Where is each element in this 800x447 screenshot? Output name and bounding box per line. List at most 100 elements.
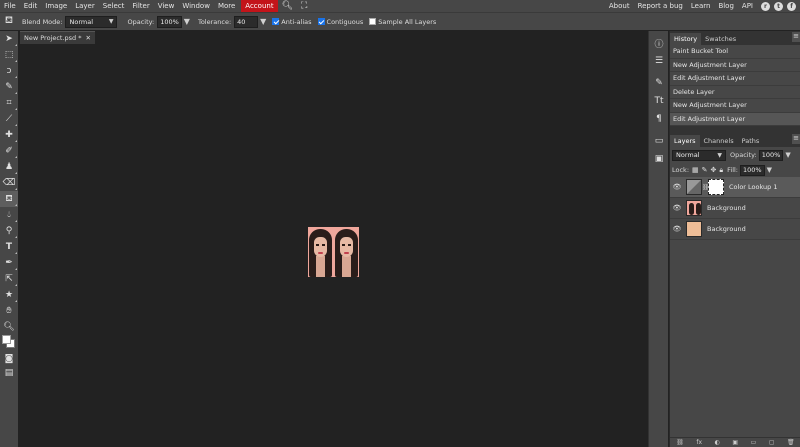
trash-icon[interactable]: 🗑︎ — [787, 439, 795, 446]
link-report-bug[interactable]: Report a bug — [634, 0, 687, 12]
link-learn[interactable]: Learn — [687, 0, 715, 12]
history-item[interactable]: New Adjustment Layer — [670, 59, 800, 72]
paint-bucket-tool-icon[interactable]: ⛾ — [0, 191, 18, 207]
lock-position-icon[interactable]: ✥ — [711, 166, 717, 174]
menu-view[interactable]: View — [154, 0, 179, 12]
history-item[interactable]: Edit Adjustment Layer — [670, 72, 800, 86]
history-item[interactable]: Paint Bucket Tool — [670, 45, 800, 59]
layer-row[interactable]: 👁︎ Background — [670, 219, 800, 240]
search-icon[interactable]: 🔍︎ — [278, 0, 297, 12]
css-icon[interactable]: ▭ — [649, 132, 669, 150]
history-item-current[interactable]: Edit Adjustment Layer — [670, 112, 800, 126]
brush-tool-icon[interactable]: ✐ — [0, 143, 18, 159]
layer-blend-select[interactable]: Normal ▼ — [672, 149, 726, 161]
tolerance-dropdown-icon[interactable]: ▼ — [260, 17, 266, 26]
crop-tool-icon[interactable]: ⌗ — [0, 95, 18, 111]
canvas-image[interactable] — [308, 227, 359, 277]
foreground-color-swatch[interactable] — [2, 335, 11, 344]
eyedropper-tool-icon[interactable]: ⟋ — [0, 111, 18, 127]
link-layers-icon[interactable]: ⛓ — [676, 439, 684, 446]
menu-edit[interactable]: Edit — [20, 0, 42, 12]
lasso-tool-icon[interactable]: ↄ — [0, 63, 18, 79]
path-select-tool-icon[interactable]: ⇱ — [0, 271, 18, 287]
tab-channels[interactable]: Channels — [700, 135, 738, 147]
twitter-icon[interactable]: t — [774, 1, 783, 11]
layers-menu-icon[interactable]: ≡ — [792, 134, 800, 144]
eraser-tool-icon[interactable]: ⌫ — [0, 175, 18, 191]
pen-tool-icon[interactable]: ✒ — [0, 255, 18, 271]
lock-all-icon[interactable]: 🔒︎ — [719, 166, 723, 175]
contiguous-checkbox[interactable]: Contiguous — [317, 18, 363, 26]
visibility-eye-icon[interactable]: 👁︎ — [670, 183, 684, 191]
link-api[interactable]: API — [738, 0, 757, 12]
blur-tool-icon[interactable]: 💧︎ — [0, 207, 18, 223]
history-menu-icon[interactable]: ≡ — [792, 32, 800, 42]
quick-select-tool-icon[interactable]: ✎ — [0, 79, 18, 95]
fill-dropdown-icon[interactable]: ▼ — [767, 166, 772, 174]
opacity-dropdown-icon[interactable]: ▼ — [184, 17, 190, 26]
fill-input[interactable]: 100% — [740, 164, 765, 176]
adjustment-icon[interactable]: ◐ — [715, 439, 720, 446]
brush-settings-icon[interactable]: ✎ — [649, 74, 669, 92]
character-icon[interactable]: Tt — [649, 92, 669, 110]
marquee-tool-icon[interactable]: ⬚ — [0, 47, 18, 63]
anti-alias-checkbox[interactable]: Anti-alias — [272, 18, 312, 26]
reddit-icon[interactable]: r — [761, 1, 770, 11]
visibility-eye-icon[interactable]: 👁︎ — [670, 204, 684, 212]
tab-layers[interactable]: Layers — [670, 135, 700, 147]
sample-all-checkbox[interactable]: Sample All Layers — [369, 18, 436, 26]
layer-row[interactable]: 👁︎ ⛓ Color Lookup 1 — [670, 177, 800, 198]
dodge-tool-icon[interactable]: ⚲ — [0, 223, 18, 239]
properties-icon[interactable]: ☰ — [649, 52, 669, 70]
screen-mode-icon[interactable]: ▤ — [0, 365, 18, 381]
close-icon[interactable]: ✕ — [86, 34, 91, 42]
anti-alias-box[interactable] — [272, 18, 280, 25]
lock-transparency-icon[interactable]: ▦ — [692, 166, 699, 174]
zoom-tool-icon[interactable]: 🔍︎ — [0, 319, 18, 335]
menu-file[interactable]: File — [0, 0, 20, 12]
menu-layer[interactable]: Layer — [71, 0, 99, 12]
effects-icon[interactable]: fx — [696, 439, 702, 446]
layer-name: Background — [707, 204, 746, 212]
paragraph-icon[interactable]: ¶ — [649, 110, 669, 128]
tab-swatches[interactable]: Swatches — [701, 33, 740, 45]
layer-mask-thumbnail[interactable] — [708, 179, 724, 195]
lock-pixels-icon[interactable]: ✎ — [702, 166, 708, 174]
opacity-input[interactable]: 100% — [157, 15, 182, 28]
healing-tool-icon[interactable]: ✚ — [0, 127, 18, 143]
paint-bucket-icon[interactable]: ⛾ — [0, 15, 18, 28]
layer-opacity-dropdown-icon[interactable]: ▼ — [785, 151, 790, 159]
layer-opacity-input[interactable]: 100% — [758, 149, 784, 161]
document-tab[interactable]: New Project.psd * ✕ — [20, 31, 95, 44]
tab-history[interactable]: History — [670, 33, 702, 45]
layer-row[interactable]: 👁︎ Background — [670, 198, 800, 219]
move-tool-icon[interactable]: ➤ — [0, 31, 18, 47]
menu-account[interactable]: Account — [241, 0, 278, 12]
hand-tool-icon[interactable]: ✋︎ — [0, 303, 18, 319]
fullscreen-icon[interactable]: ⛶ — [297, 0, 311, 12]
facebook-icon[interactable]: f — [787, 1, 796, 11]
menu-window[interactable]: Window — [178, 0, 214, 12]
menu-filter[interactable]: Filter — [128, 0, 153, 12]
image-panel-icon[interactable]: ▣ — [649, 150, 669, 168]
stamp-tool-icon[interactable]: ♟ — [0, 159, 18, 175]
mask-icon[interactable]: ▣ — [732, 439, 738, 446]
link-about[interactable]: About — [605, 0, 634, 12]
visibility-eye-icon[interactable]: 👁︎ — [670, 225, 684, 233]
shape-tool-icon[interactable]: ★ — [0, 287, 18, 303]
menu-more[interactable]: More — [214, 0, 239, 12]
history-item[interactable]: Delete Layer — [670, 86, 800, 99]
menu-select[interactable]: Select — [99, 0, 129, 12]
history-item[interactable]: New Adjustment Layer — [670, 99, 800, 113]
info-icon[interactable]: ⓘ — [649, 34, 669, 52]
contiguous-box[interactable] — [317, 18, 325, 25]
tab-paths[interactable]: Paths — [738, 135, 764, 147]
new-layer-icon[interactable]: ▢ — [769, 439, 775, 446]
menu-image[interactable]: Image — [41, 0, 71, 12]
tolerance-input[interactable]: 40 — [234, 15, 259, 28]
type-tool-icon[interactable]: T — [0, 239, 18, 255]
sample-all-box[interactable] — [369, 18, 377, 25]
blend-mode-select[interactable]: Normal ▼ — [65, 15, 118, 28]
link-blog[interactable]: Blog — [714, 0, 737, 12]
folder-icon[interactable]: ▭ — [751, 439, 757, 446]
